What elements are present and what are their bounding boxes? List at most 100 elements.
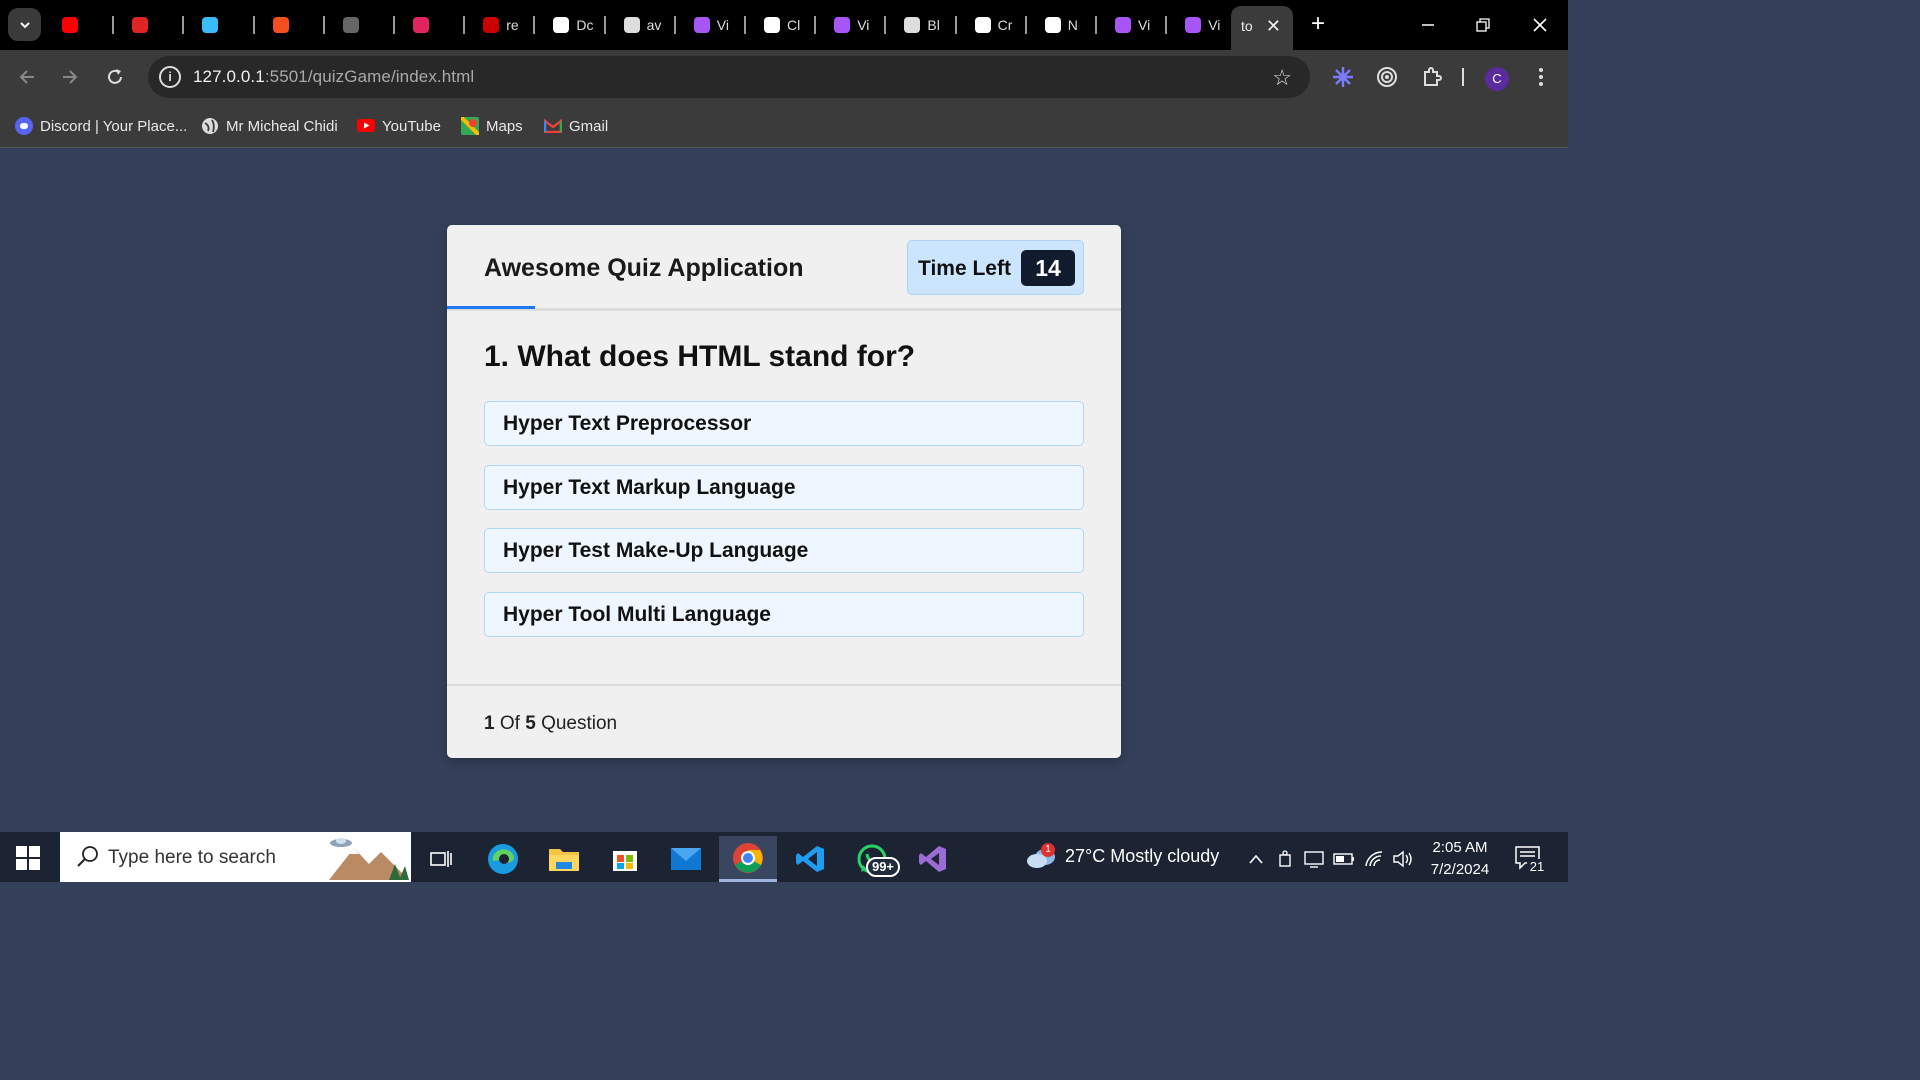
minimize-button[interactable] xyxy=(1413,10,1443,40)
profile-avatar[interactable]: C xyxy=(1485,67,1509,91)
browser-tab-label: Cl xyxy=(787,17,801,33)
weather-widget[interactable]: 1 27°C Mostly cloudy xyxy=(1025,843,1219,869)
chevron-down-icon xyxy=(19,21,30,28)
taskbar-mail[interactable] xyxy=(657,836,715,882)
browser-tab[interactable]: av xyxy=(612,10,664,40)
close-tab-icon[interactable]: ✕ xyxy=(1266,16,1281,37)
browser-tab[interactable] xyxy=(50,10,102,40)
bookmark-gmail[interactable]: Gmail xyxy=(544,113,608,139)
option-2[interactable]: Hyper Text Markup Language xyxy=(484,464,1084,510)
windows-start-icon[interactable] xyxy=(16,846,40,870)
scribd-icon xyxy=(130,15,150,35)
taskbar-chrome[interactable] xyxy=(719,836,777,882)
task-view-button[interactable] xyxy=(412,836,470,882)
show-hidden-icons-button[interactable] xyxy=(1245,848,1267,870)
close-icon xyxy=(1533,18,1547,32)
discord-icon xyxy=(15,117,33,135)
browser-tab[interactable] xyxy=(261,10,313,40)
browser-tab[interactable] xyxy=(120,10,172,40)
reload-button[interactable] xyxy=(100,62,130,92)
globe-icon xyxy=(622,15,642,35)
browser-tab[interactable]: Vi xyxy=(1103,10,1155,40)
browser-tab[interactable]: Vi xyxy=(822,10,874,40)
wifi-icon[interactable] xyxy=(1363,848,1385,870)
notion-icon xyxy=(551,15,571,35)
url-host: 127.0.0.1 xyxy=(193,67,265,86)
clock-time: 2:05 AM xyxy=(1432,839,1488,856)
npm-icon xyxy=(481,15,501,35)
taskbar-file-explorer[interactable] xyxy=(535,836,593,882)
browser-tab-label: Dc xyxy=(576,17,594,33)
maps-icon xyxy=(461,117,479,135)
notification-center-button[interactable]: 21 xyxy=(1515,846,1547,875)
gmail-icon xyxy=(544,117,562,135)
browser-tab[interactable]: Vi xyxy=(1173,10,1225,40)
timer-seconds: 14 xyxy=(1021,250,1075,286)
taskbar-search[interactable]: Type here to search xyxy=(60,832,411,882)
site-info-icon[interactable]: i xyxy=(159,66,181,88)
forward-button[interactable] xyxy=(55,62,85,92)
tab-separator xyxy=(884,16,887,34)
browser-tab[interactable] xyxy=(190,10,242,40)
restore-button[interactable] xyxy=(1468,10,1498,40)
browser-tab[interactable]: Cl xyxy=(752,10,804,40)
browser-tab[interactable]: Vi xyxy=(682,10,734,40)
quiz-header: Awesome Quiz Application Time Left 14 xyxy=(447,225,1121,311)
taskbar-store[interactable] xyxy=(596,836,654,882)
weather-text: 27°C Mostly cloudy xyxy=(1065,845,1220,866)
browser-toolbar: i 127.0.0.1:5501/quizGame/index.html ☆ xyxy=(0,50,1568,104)
browser-tab-label: av xyxy=(646,17,662,33)
tab-active-label: to xyxy=(1241,18,1253,34)
taskbar-visual-studio[interactable] xyxy=(904,836,962,882)
tab-separator xyxy=(1165,16,1168,34)
menu-dots-icon[interactable] xyxy=(1526,62,1556,92)
tab-search-button[interactable] xyxy=(8,8,41,41)
bookmark-maps[interactable]: Maps xyxy=(461,113,523,139)
extensions-puzzle-icon[interactable] xyxy=(1417,62,1447,92)
tab-separator xyxy=(1024,16,1027,34)
display-icon[interactable] xyxy=(1303,848,1325,870)
extension-gemini-icon[interactable] xyxy=(1328,62,1358,92)
tailwind-icon xyxy=(200,15,220,35)
tab-separator xyxy=(954,16,957,34)
browser-tab-label: Vi xyxy=(857,17,870,33)
clock-date: 7/2/2024 xyxy=(1430,861,1490,878)
notification-count: 21 xyxy=(1527,859,1547,875)
timer-label: Time Left xyxy=(918,257,1011,280)
youtube-icon xyxy=(357,117,375,135)
new-tab-button[interactable]: + xyxy=(1304,10,1332,38)
address-bar[interactable]: i 127.0.0.1:5501/quizGame/index.html ☆ xyxy=(148,56,1310,98)
browser-tab[interactable]: Cr xyxy=(963,10,1015,40)
tab-active[interactable]: to ✕ xyxy=(1231,6,1293,50)
option-4[interactable]: Hyper Tool Multi Language xyxy=(484,591,1084,637)
globe-icon xyxy=(902,15,922,35)
tab-separator xyxy=(252,16,255,34)
option-3[interactable]: Hyper Test Make-Up Language xyxy=(484,528,1084,573)
bookmark-discord[interactable]: Discord | Your Place... xyxy=(15,113,187,139)
browser-tab[interactable]: re xyxy=(471,10,523,40)
browser-tab[interactable]: Bl xyxy=(892,10,944,40)
globe-icon xyxy=(201,117,219,135)
system-clock[interactable]: 2:05 AM 7/2/2024 xyxy=(1422,837,1498,881)
taskbar-vscode[interactable] xyxy=(781,836,839,882)
volume-icon[interactable] xyxy=(1392,848,1414,870)
meet-now-icon[interactable] xyxy=(1275,848,1297,870)
browser-tab-label: re xyxy=(506,17,519,33)
taskbar-edge[interactable] xyxy=(474,836,532,882)
bookmark-youtube[interactable]: YouTube xyxy=(357,113,441,139)
option-1[interactable]: Hyper Text Preprocessor xyxy=(484,401,1084,446)
edge-icon xyxy=(488,844,518,874)
back-button[interactable] xyxy=(12,62,42,92)
browser-tab[interactable] xyxy=(331,10,383,40)
browser-tab[interactable] xyxy=(401,10,453,40)
battery-icon[interactable] xyxy=(1333,848,1355,870)
visual-studio-icon xyxy=(919,846,946,872)
restore-icon xyxy=(1476,18,1490,32)
extension-target-icon[interactable] xyxy=(1372,62,1402,92)
close-window-button[interactable] xyxy=(1525,10,1555,40)
browser-tab[interactable]: N xyxy=(1033,10,1085,40)
bookmark-star-icon[interactable]: ☆ xyxy=(1272,65,1292,91)
bookmark-micheal-chidi[interactable]: Mr Micheal Chidi xyxy=(201,113,338,139)
browser-tab[interactable]: Dc xyxy=(541,10,593,40)
url-text[interactable]: 127.0.0.1:5501/quizGame/index.html xyxy=(193,67,474,87)
